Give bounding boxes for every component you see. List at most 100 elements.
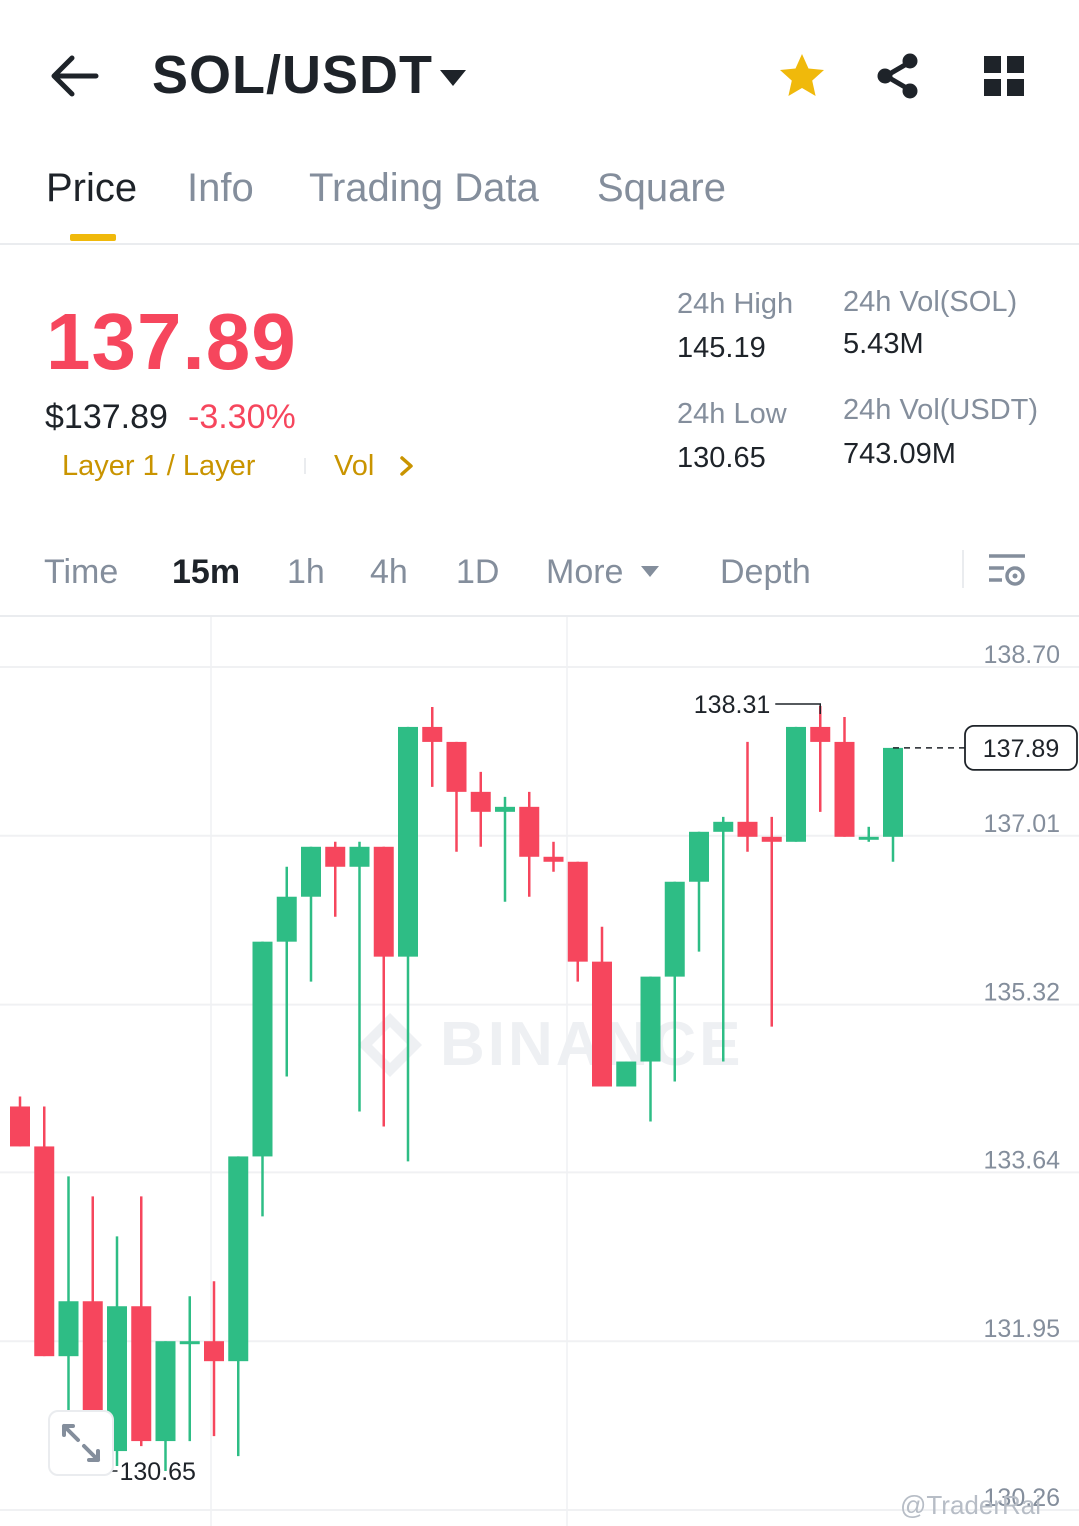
stat-vol-quote-label: 24h Vol(USDT) [843, 394, 1039, 426]
expand-chart-button[interactable] [48, 1410, 114, 1476]
candle-body [349, 846, 370, 867]
candle-body [470, 791, 491, 812]
candle [349, 841, 370, 1112]
candle-body [883, 747, 903, 837]
candle-body [446, 741, 467, 792]
interval-time[interactable]: Time [44, 553, 118, 592]
tag-separator [304, 458, 306, 474]
candle-body [276, 896, 297, 942]
candle [689, 831, 709, 952]
candle [761, 816, 782, 1027]
candles [10, 705, 903, 1477]
candle-body [422, 726, 443, 742]
stat-low-value: 130.65 [677, 442, 766, 474]
min-marker-label: 130.65 [120, 1458, 196, 1486]
candle [519, 791, 540, 897]
caret-down-icon[interactable] [438, 66, 468, 88]
pair-title[interactable]: SOL/USDT [152, 44, 433, 106]
candle-body [592, 961, 612, 1087]
interval-1h[interactable]: 1h [287, 553, 325, 592]
candle [592, 926, 612, 1087]
interval-1d[interactable]: 1D [456, 553, 499, 592]
candle-body [155, 1341, 176, 1442]
chevron-right-icon[interactable] [398, 454, 416, 478]
tab-square[interactable]: Square [597, 166, 726, 211]
interval-depth[interactable]: Depth [720, 553, 811, 592]
candle [131, 1196, 152, 1447]
stat-high-value: 145.19 [677, 332, 766, 364]
candle-body [519, 806, 540, 857]
candle [543, 841, 564, 872]
last-price-axis-label: 137.89 [983, 735, 1059, 763]
interval-15m[interactable]: 15m [172, 553, 240, 592]
max-marker-label: 138.31 [694, 691, 770, 719]
stat-vol-base-label: 24h Vol(SOL) [843, 286, 1018, 318]
candle-body [858, 836, 879, 840]
star-icon[interactable] [776, 50, 828, 102]
watermark-text: BINANCE [440, 1010, 743, 1079]
candle [179, 1296, 200, 1442]
candle [737, 741, 758, 852]
candle-body [567, 861, 588, 962]
interval-4h[interactable]: 4h [370, 553, 408, 592]
candle-body [689, 831, 709, 882]
stat-vol-base-value: 5.43M [843, 328, 924, 360]
price-change-percent: -3.30% [188, 398, 296, 436]
candle-body [495, 806, 515, 812]
candle [810, 705, 831, 812]
y-tick-label: 138.70 [984, 641, 1060, 669]
candlestick-chart[interactable]: BINANCE 138.70137.01135.32133.64131.9513… [0, 617, 1079, 1526]
tabs-divider [0, 243, 1079, 245]
candle [373, 846, 394, 1127]
tab-price[interactable]: Price [46, 166, 137, 211]
grid-icon[interactable] [978, 50, 1030, 102]
candle [616, 1061, 637, 1087]
candle-body [640, 976, 661, 1062]
more-caret-down-icon[interactable] [640, 564, 660, 578]
candle [495, 796, 515, 902]
candle-body [616, 1061, 637, 1087]
share-icon[interactable] [872, 50, 924, 102]
last-price: 137.89 [46, 297, 297, 386]
tag-layer[interactable]: Layer 1 / Layer [62, 450, 255, 483]
candle [834, 716, 855, 837]
interval-more[interactable]: More [546, 553, 623, 592]
candle-body [373, 846, 394, 957]
candle-body [761, 836, 782, 842]
candle [276, 866, 297, 1077]
candle [252, 941, 273, 1217]
candle [786, 726, 806, 842]
price-axis: 138.70137.01135.32133.64131.95130.26 [984, 641, 1061, 1512]
candle [640, 976, 661, 1122]
candle [10, 1096, 30, 1147]
candle [567, 861, 588, 982]
binance-logo-icon [358, 1013, 422, 1077]
candle [301, 846, 321, 982]
candle-body [204, 1341, 224, 1362]
candle [422, 706, 443, 787]
y-tick-label: 131.95 [984, 1315, 1060, 1343]
candle-body [543, 856, 564, 862]
tab-info[interactable]: Info [187, 166, 254, 211]
back-arrow-icon[interactable] [48, 52, 100, 100]
tab-trading-data[interactable]: Trading Data [309, 166, 539, 211]
candle-body [34, 1146, 55, 1357]
candle [883, 747, 903, 862]
chart-settings-icon[interactable] [986, 550, 1028, 590]
stat-high-label: 24h High [677, 288, 794, 320]
candle-body [58, 1301, 79, 1357]
candle [228, 1156, 249, 1457]
stat-low-label: 24h Low [677, 398, 787, 430]
candle-body [252, 941, 273, 1157]
interval-bar-separator [962, 550, 964, 588]
y-tick-label: 137.01 [984, 810, 1060, 838]
candle [204, 1281, 224, 1437]
tag-vol[interactable]: Vol [334, 450, 374, 483]
y-tick-label: 135.32 [984, 979, 1060, 1007]
price-markers: 138.31 130.65 137.89 [92, 691, 1078, 1486]
candle [325, 841, 346, 917]
expand-icon [62, 1424, 100, 1462]
candle [858, 826, 879, 842]
credit-text: @TraderRai [900, 1490, 1042, 1520]
candle-body [228, 1156, 249, 1362]
